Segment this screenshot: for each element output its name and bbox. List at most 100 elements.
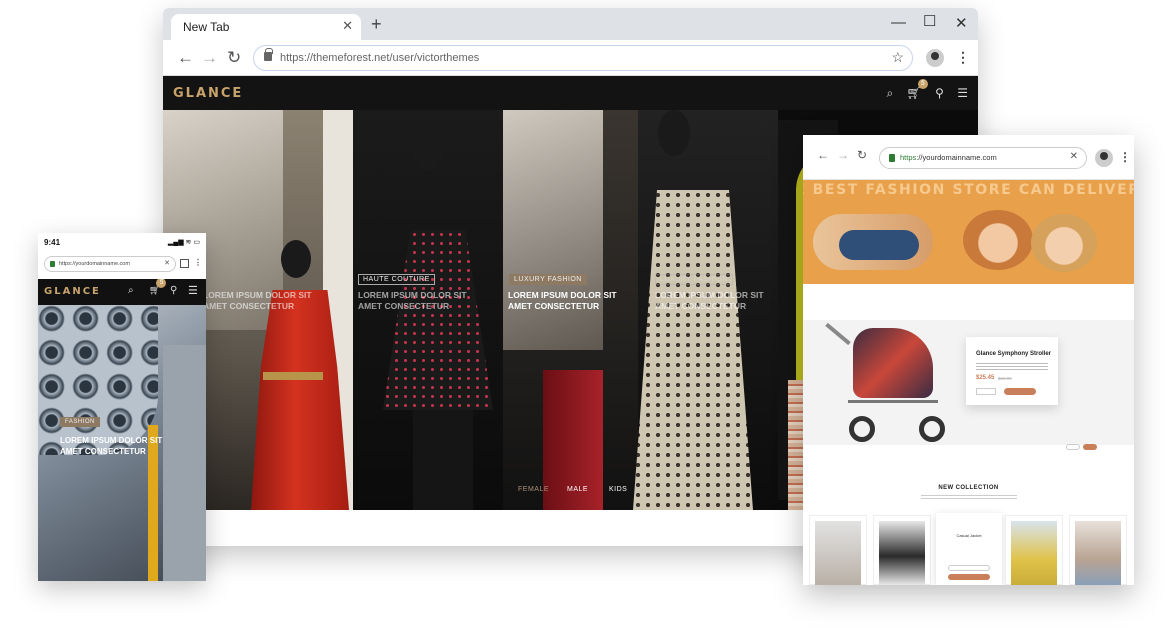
product-thumbnail[interactable] — [873, 515, 931, 585]
product-image — [879, 521, 925, 585]
site-logo[interactable]: GLANCE — [173, 86, 243, 101]
buy-now-button[interactable] — [1004, 388, 1036, 395]
product-description — [976, 362, 1048, 370]
stroller-handle — [825, 322, 851, 346]
menu-kebab-icon[interactable]: ⋮ — [1119, 150, 1131, 164]
menu-kebab-icon[interactable]: ⋮ — [194, 258, 202, 267]
slide-tag: LUXURY FASHION — [509, 274, 587, 285]
browser-tab[interactable]: New Tab ✕ — [171, 14, 361, 40]
hamburger-menu-icon[interactable]: ☰ — [957, 86, 968, 100]
product-card[interactable]: Glance Symphony Stroller $25.45 $35.00 — [966, 337, 1058, 405]
patterned-sleeve — [38, 305, 158, 455]
url-host: ://yourdomainname.com — [916, 153, 997, 162]
product-image — [1075, 521, 1121, 585]
banner-title: E BEST FASHION STORE CAN DELIVER — [803, 182, 1134, 198]
shop-url-text: https://yourdomainname.com — [900, 153, 997, 162]
shop-address-toolbar: ← → ↻ https://yourdomainname.com ✕ ⋮ — [803, 135, 1134, 180]
mobile-status-bar: 9:41 ▂▄▆ ≋ ▭ — [38, 233, 206, 253]
menu-kebab-icon[interactable]: ⋮ — [956, 49, 970, 66]
mobile-address-bar[interactable]: https://yourdomainname.com ✕ — [44, 256, 176, 272]
profile-avatar-icon[interactable] — [1095, 149, 1113, 167]
shop-address-bar[interactable]: https://yourdomainname.com ✕ — [879, 147, 1087, 169]
tabs-count-icon[interactable] — [180, 259, 189, 268]
search-icon[interactable]: ⌕ — [128, 285, 134, 296]
tab-strip: New Tab ✕ + — ☐ ✕ — [163, 8, 978, 40]
product-thumbnail[interactable] — [1005, 515, 1063, 585]
child-denim — [839, 230, 919, 260]
close-window-icon[interactable]: ✕ — [955, 14, 968, 32]
address-toolbar: ← → ↻ https://themeforest.net/user/victo… — [163, 40, 978, 76]
category-link-female[interactable]: FEMALE — [518, 486, 549, 493]
mobile-site-logo[interactable]: GLANCE — [44, 286, 101, 297]
cart-icon[interactable]: 🛒︎ 5 — [149, 279, 167, 296]
back-arrow-icon[interactable]: ← — [817, 148, 829, 162]
forward-arrow-icon[interactable]: → — [837, 148, 849, 162]
quick-view-title: Casual Jacket — [956, 533, 982, 538]
product-image — [815, 521, 861, 585]
category-link-male[interactable]: MALE — [567, 486, 588, 493]
stroller-frame — [848, 400, 938, 403]
search-icon[interactable]: ⌕ — [886, 86, 893, 100]
mobile-website-viewport: GLANCE ⌕ 🛒︎ 5 ⚲ ☰ FASHION LOREM IPSUM DOL… — [38, 279, 206, 581]
slide-tag: LUXURY FASHION — [655, 274, 733, 285]
quick-view-add-button[interactable] — [948, 565, 990, 571]
textured-cream-dress — [633, 190, 753, 510]
shop-banner: E BEST FASHION STORE CAN DELIVER — [803, 180, 1134, 284]
product-old-price: $35.00 — [998, 376, 1012, 381]
nav-icon-group: ⌕ 🛒︎ 5 ⚲ ☰ — [876, 79, 968, 101]
user-icon[interactable]: ⚲ — [170, 285, 177, 296]
gown-skirt — [413, 410, 473, 510]
product-image — [1011, 521, 1057, 585]
mannequin-head — [658, 110, 690, 156]
shop-browser-window: ← → ↻ https://yourdomainname.com ✕ ⋮ E B… — [803, 135, 1134, 585]
cart-count-badge: 5 — [156, 279, 167, 288]
product-price: $25.45 — [976, 375, 995, 381]
reload-icon[interactable]: ↻ — [857, 148, 867, 162]
slider-prev-button[interactable] — [1066, 444, 1080, 450]
product-thumbnail[interactable] — [809, 515, 867, 585]
quick-view-buy-button[interactable] — [948, 574, 990, 580]
mobile-site-navbar: GLANCE ⌕ 🛒︎ 5 ⚲ ☰ — [38, 279, 206, 305]
quantity-stepper[interactable] — [976, 388, 996, 395]
minimize-icon[interactable]: — — [891, 14, 906, 31]
child-face-left — [963, 210, 1033, 270]
secure-lock-icon — [889, 154, 895, 162]
new-tab-icon[interactable]: + — [371, 14, 382, 35]
slide-caption: LOREM IPSUM DOLOR SIT AMET CONSECTETUR — [655, 290, 764, 311]
category-link-kids[interactable]: KIDS — [609, 486, 627, 493]
quick-view-card[interactable]: Casual Jacket — [936, 513, 1002, 585]
forward-arrow-icon[interactable]: → — [201, 48, 218, 68]
slider-next-button[interactable] — [1083, 444, 1097, 450]
site-navbar: GLANCE ⌕ 🛒︎ 5 ⚲ ☰ — [163, 76, 978, 110]
mannequin-head — [413, 130, 443, 170]
bookmark-star-icon[interactable]: ☆ — [891, 49, 904, 66]
tab-title: New Tab — [183, 20, 230, 34]
dotted-gown — [383, 230, 493, 410]
user-icon[interactable]: ⚲ — [935, 86, 944, 100]
slide-caption: LOREM IPSUM DOLOR SIT AMET CONSECTETUR — [508, 290, 617, 311]
stroller-wheel — [849, 416, 875, 442]
gold-belt — [263, 372, 323, 380]
product-thumbnail[interactable] — [1069, 515, 1127, 585]
maximize-icon[interactable]: ☐ — [923, 12, 936, 30]
cart-count-badge: 5 — [917, 79, 928, 89]
stroller-wheel — [919, 416, 945, 442]
reload-icon[interactable]: ↻ — [227, 48, 241, 68]
mobile-slide-tag: FASHION — [60, 417, 100, 427]
mobile-slide-caption: LOREM IPSUM DOLOR SIT AMET CONSECTETUR — [60, 436, 163, 456]
address-bar[interactable]: https://themeforest.net/user/victortheme… — [253, 45, 913, 71]
profile-avatar-icon[interactable] — [926, 49, 944, 67]
url-scheme: https — [900, 153, 917, 162]
cart-icon[interactable]: 🛒︎ 5 — [907, 79, 928, 100]
hamburger-menu-icon[interactable]: ☰ — [188, 284, 198, 297]
sepia-photo — [503, 110, 603, 350]
stroller-canopy — [853, 328, 933, 398]
back-arrow-icon[interactable]: ← — [177, 48, 194, 68]
clear-url-icon[interactable]: ✕ — [1070, 151, 1078, 162]
mobile-browser-window: 9:41 ▂▄▆ ≋ ▭ https://yourdomainname.com … — [38, 233, 206, 581]
close-tab-icon[interactable]: ✕ — [342, 18, 353, 34]
product-name: Glance Symphony Stroller — [976, 351, 1052, 357]
clear-url-icon[interactable]: ✕ — [164, 259, 170, 267]
slide-caption: LOREM IPSUM DOLOR SIT AMET CONSECTETUR — [203, 290, 312, 311]
child-face-right — [1031, 214, 1097, 272]
